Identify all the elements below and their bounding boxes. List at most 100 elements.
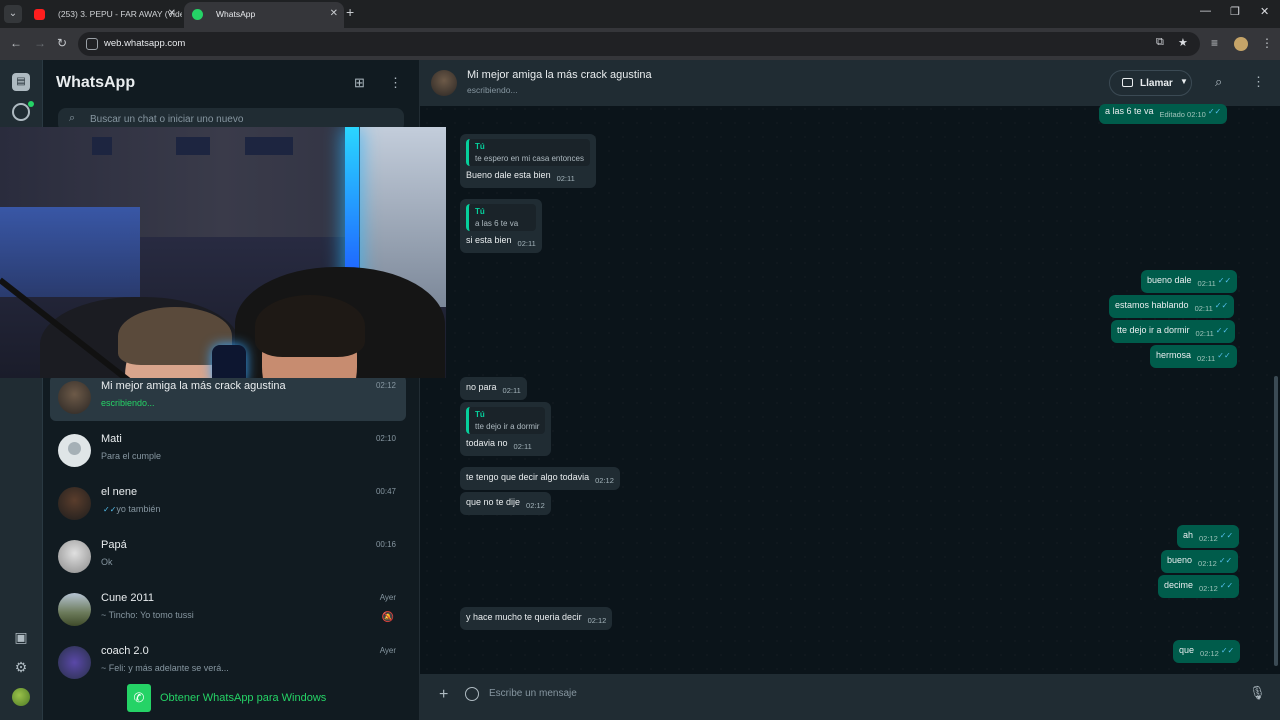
chat-name: Mati bbox=[101, 433, 122, 445]
message-text: a las 6 te va bbox=[1105, 106, 1154, 116]
avatar bbox=[58, 487, 91, 520]
emoji-sticker-icon[interactable]: ☺ bbox=[465, 687, 479, 701]
chats-icon[interactable]: ▤ bbox=[12, 73, 30, 91]
message-bubble-in[interactable]: Tú te espero en mi casa entonces Bueno da… bbox=[460, 134, 596, 188]
call-button[interactable]: Llamar ▼ bbox=[1109, 70, 1192, 96]
message-time: 02:11 bbox=[1197, 279, 1216, 288]
forward-icon[interactable]: → bbox=[34, 36, 46, 50]
read-ticks-icon: ✓✓ bbox=[1220, 646, 1235, 655]
minimize-icon[interactable]: — bbox=[1200, 5, 1211, 17]
status-unread-dot bbox=[28, 101, 34, 107]
settings-gear-icon[interactable]: ⚙ bbox=[12, 658, 30, 676]
message-text: si esta bien bbox=[466, 235, 512, 245]
omnibox[interactable]: web.whatsapp.com ⧉ ★ bbox=[78, 32, 1200, 56]
contact-status: escribiendo... bbox=[467, 85, 518, 95]
menu-kebab-icon[interactable]: ⋮ bbox=[1252, 74, 1265, 90]
person-right-hair bbox=[255, 295, 365, 357]
message-text: y hace mucho te queria decir bbox=[466, 612, 582, 622]
close-icon[interactable]: ✕ bbox=[168, 2, 176, 26]
message-time: Editado 02:10 bbox=[1159, 110, 1206, 119]
close-icon[interactable]: ✕ bbox=[330, 2, 338, 26]
conversation-panel: Mi mejor amiga la más crack agustina esc… bbox=[420, 60, 1280, 720]
message-input[interactable]: Escribe un mensaje bbox=[489, 688, 577, 699]
quoted-message[interactable]: Tú a las 6 te va bbox=[466, 204, 536, 231]
chat-preview: escribiendo... bbox=[101, 398, 155, 408]
whatsapp-logo-icon[interactable]: ✆ bbox=[127, 684, 151, 712]
message-text: bueno bbox=[1167, 555, 1193, 565]
profile-avatar[interactable] bbox=[1234, 37, 1248, 51]
close-window-icon[interactable]: ✕ bbox=[1260, 5, 1269, 18]
message-text: ah bbox=[1183, 530, 1194, 540]
get-app-link[interactable]: Obtener WhatsApp para Windows bbox=[160, 692, 326, 704]
conversation-scrollbar[interactable] bbox=[1274, 376, 1278, 666]
reload-icon[interactable]: ↻ bbox=[57, 36, 67, 50]
chat-list-item[interactable]: Mati Para el cumple 02:10 bbox=[50, 428, 406, 474]
message-bubble-in[interactable]: que no te dije 02:12 bbox=[460, 492, 551, 515]
chat-preview: ~ Tincho: Yo tomo tussi bbox=[101, 610, 194, 620]
message-bubble-in[interactable]: Tú tte dejo ir a dormir todavia no 02:11 bbox=[460, 402, 552, 456]
conversation-header[interactable]: Mi mejor amiga la más crack agustina esc… bbox=[420, 60, 1280, 106]
chat-list-item[interactable]: Papá Ok 00:16 bbox=[50, 534, 406, 580]
install-app-icon[interactable]: ⧉ bbox=[1156, 36, 1164, 49]
message-bubble-out[interactable]: que 02:12 ✓✓ bbox=[1173, 640, 1241, 663]
menu-kebab-icon[interactable]: ⋮ bbox=[389, 75, 402, 91]
avatar bbox=[58, 434, 91, 467]
search-input[interactable]: Buscar un chat o iniciar uno nuevo bbox=[90, 114, 243, 125]
message-bubble-out[interactable]: a las 6 te va Editado 02:10 ✓✓ bbox=[1099, 104, 1228, 124]
back-icon[interactable]: ← bbox=[10, 36, 22, 50]
chrome-menu-icon[interactable]: ⋮ bbox=[1261, 36, 1273, 50]
message-bubble-out[interactable]: ah 02:12 ✓✓ bbox=[1177, 525, 1240, 548]
maximize-icon[interactable]: ❐ bbox=[1230, 5, 1240, 18]
tab-title: (253) 3. PEPU - FAR AWAY (Vide bbox=[58, 9, 182, 19]
message-bubble-in[interactable]: Tú a las 6 te va si esta bien 02:11 bbox=[460, 199, 542, 253]
contact-avatar[interactable] bbox=[431, 70, 457, 96]
new-chat-icon[interactable]: ⊞ bbox=[354, 75, 365, 91]
message-time: 02:12 bbox=[587, 616, 607, 625]
bookmark-star-icon[interactable]: ★ bbox=[1178, 36, 1188, 49]
avatar bbox=[58, 540, 91, 573]
message-bubble-in[interactable]: no para 02:11 bbox=[460, 377, 527, 400]
browser-tab-whatsapp[interactable]: WhatsApp ✕ bbox=[184, 2, 344, 28]
chat-name: coach 2.0 bbox=[101, 645, 149, 657]
chat-list-item[interactable]: el nene ✓✓yo también 00:47 bbox=[50, 481, 406, 527]
message-text: hermosa bbox=[1156, 350, 1192, 360]
message-bubble-in[interactable]: te tengo que decir algo todavia 02:12 bbox=[460, 467, 620, 490]
quote-text: te espero en mi casa entonces bbox=[475, 154, 584, 163]
contact-name[interactable]: Mi mejor amiga la más crack agustina bbox=[467, 69, 652, 81]
chat-preview: ✓✓yo también bbox=[101, 504, 160, 514]
site-info-icon[interactable] bbox=[86, 38, 98, 50]
message-bubble-out[interactable]: tte dejo ir a dormir 02:11 ✓✓ bbox=[1111, 320, 1236, 343]
quote-text: a las 6 te va bbox=[475, 219, 519, 228]
message-bubble-out[interactable]: bueno 02:12 ✓✓ bbox=[1161, 550, 1239, 573]
microphone-icon[interactable]: 🎙 bbox=[1249, 685, 1266, 701]
message-bubble-out[interactable]: decime 02:12 ✓✓ bbox=[1158, 575, 1240, 598]
browser-tab-bar: ⌄ (253) 3. PEPU - FAR AWAY (Vide ✕ Whats… bbox=[0, 0, 1280, 28]
quote-text: tte dejo ir a dormir bbox=[475, 422, 540, 431]
media-control-icon[interactable]: ≡ bbox=[1211, 36, 1218, 50]
message-bubble-out[interactable]: hermosa 02:11 ✓✓ bbox=[1150, 345, 1237, 368]
media-icon[interactable]: ▣ bbox=[12, 628, 30, 646]
chat-list-item[interactable]: Mi mejor amiga la más crack agustina esc… bbox=[50, 375, 406, 421]
message-bubble-out[interactable]: bueno dale 02:11 ✓✓ bbox=[1141, 270, 1238, 293]
chat-name: Papá bbox=[101, 539, 127, 551]
search-icon[interactable]: ⌕ bbox=[1215, 74, 1222, 90]
quoted-message[interactable]: Tú te espero en mi casa entonces bbox=[466, 139, 590, 166]
quoted-message[interactable]: Tú tte dejo ir a dormir bbox=[466, 407, 546, 434]
attach-plus-icon[interactable]: + bbox=[439, 686, 448, 704]
tab-search-button[interactable]: ⌄ bbox=[4, 5, 22, 23]
chevron-down-icon: ▼ bbox=[1180, 77, 1188, 86]
new-tab-button[interactable]: + bbox=[346, 4, 354, 20]
chat-preview: Ok bbox=[101, 557, 113, 567]
chat-list-item[interactable]: Cune 2011 ~ Tincho: Yo tomo tussi Ayer 🔕 bbox=[50, 587, 406, 633]
whatsapp-icon bbox=[192, 9, 203, 20]
message-time: 02:12 bbox=[1198, 559, 1217, 568]
chat-list-item[interactable]: coach 2.0 ~ Feli: y más adelante se verá… bbox=[50, 640, 406, 686]
browser-tab-youtube[interactable]: (253) 3. PEPU - FAR AWAY (Vide ✕ bbox=[26, 2, 182, 28]
my-profile-avatar[interactable] bbox=[12, 688, 30, 706]
chat-name: Mi mejor amiga la más crack agustina bbox=[101, 380, 286, 392]
status-icon[interactable]: o bbox=[12, 103, 30, 121]
message-bubble-in[interactable]: y hace mucho te queria decir 02:12 bbox=[460, 607, 613, 630]
message-bubble-out[interactable]: estamos hablando 02:11 ✓✓ bbox=[1109, 295, 1235, 318]
message-time: 02:11 bbox=[502, 386, 521, 395]
message-time: 02:12 bbox=[595, 476, 614, 485]
